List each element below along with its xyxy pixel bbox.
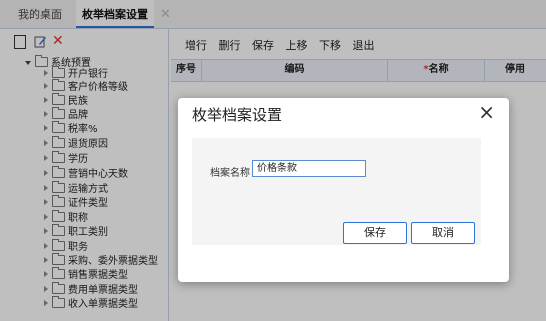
archive-name-input[interactable]: 价格条款 bbox=[252, 160, 366, 177]
enum-settings-dialog: 枚举档案设置 × 档案名称 价格条款 保存 取消 bbox=[178, 98, 509, 282]
dialog-cancel-button[interactable]: 取消 bbox=[411, 222, 475, 244]
dialog-title: 枚举档案设置 bbox=[192, 106, 283, 124]
close-icon[interactable]: × bbox=[478, 100, 495, 124]
archive-name-label: 档案名称 bbox=[210, 168, 250, 179]
dialog-save-button[interactable]: 保存 bbox=[343, 222, 407, 244]
